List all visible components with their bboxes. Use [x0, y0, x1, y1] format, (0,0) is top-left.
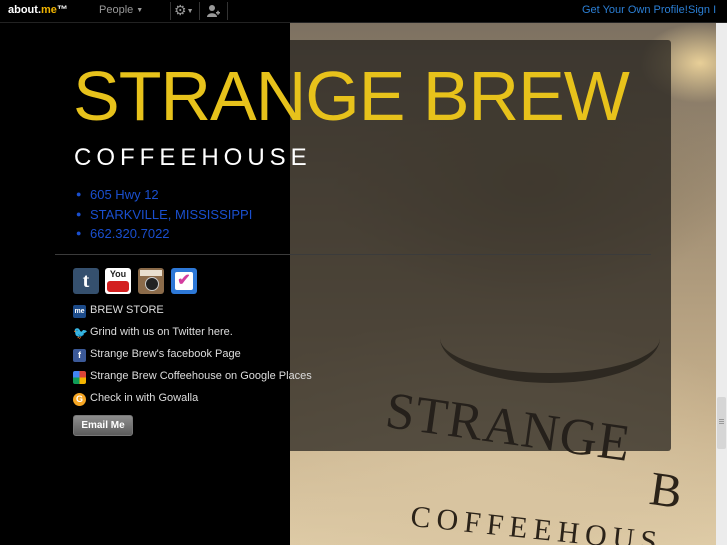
link-label: Strange Brew Coffeehouse on Google Place… — [90, 370, 312, 382]
link-label: BREW STORE — [90, 304, 164, 316]
address-line[interactable]: 605 Hwy 12 — [76, 185, 252, 205]
gowalla-icon: G — [73, 393, 86, 406]
aboutme-logo[interactable]: about.me™ — [8, 4, 68, 16]
scrollbar-thumb[interactable] — [717, 397, 726, 449]
foursquare-icon[interactable]: ✔ — [171, 268, 197, 294]
facebook-icon: f — [73, 349, 86, 362]
add-user-icon[interactable] — [206, 4, 220, 23]
instagram-icon-strip — [140, 270, 162, 276]
photo-text: B — [646, 462, 686, 519]
divider — [227, 2, 228, 20]
youtube-icon-text: You Tube — [108, 269, 129, 291]
scrollbar[interactable] — [716, 23, 727, 545]
get-own-profile-link[interactable]: Get Your Own Profile! — [582, 4, 688, 16]
people-menu-label: People — [99, 4, 134, 16]
divider — [199, 2, 200, 20]
top-bar: about.me™ People ▼ ⚙▼ Get Your Own Profil… — [0, 0, 727, 23]
settings-menu[interactable]: ⚙▼ — [174, 3, 194, 21]
gear-icon: ⚙ — [174, 2, 187, 18]
sign-in-link[interactable]: Sign I — [688, 4, 716, 16]
chevron-down-icon: ▼ — [136, 7, 144, 14]
youtube-icon-badge — [107, 281, 129, 292]
google-places-icon — [73, 371, 86, 384]
grip-icon — [719, 419, 724, 420]
photo-text: COFFEEHOUS — [409, 499, 665, 545]
youtube-icon[interactable]: You Tube — [105, 268, 131, 294]
link-label: Strange Brew's facebook Page — [90, 348, 241, 360]
tumblr-icon[interactable]: t — [73, 268, 99, 294]
divider — [170, 2, 171, 20]
people-menu[interactable]: People ▼ — [99, 4, 143, 16]
chevron-down-icon: ▼ — [186, 8, 194, 15]
section-divider — [55, 254, 651, 255]
email-me-button[interactable]: Email Me — [73, 415, 133, 436]
link-label: Check in with Gowalla — [90, 392, 199, 404]
address-list: 605 Hwy 12 STARKVILLE, MISSISSIPPI 662.3… — [76, 185, 252, 244]
profile-name: STRANGE BREW — [73, 57, 630, 135]
address-line[interactable]: STARKVILLE, MISSISSIPPI — [76, 205, 252, 225]
instagram-icon[interactable] — [138, 268, 164, 294]
foursquare-icon-check: ✔ — [175, 272, 193, 290]
phone-number[interactable]: 662.320.7022 — [76, 224, 252, 244]
link-label: Grind with us on Twitter here. — [90, 326, 233, 338]
instagram-icon-lens — [145, 277, 159, 291]
profile-headline: COFFEEHOUSE — [74, 144, 312, 171]
aboutme-icon: me — [73, 305, 86, 318]
twitter-icon: 🐦 — [73, 326, 88, 340]
